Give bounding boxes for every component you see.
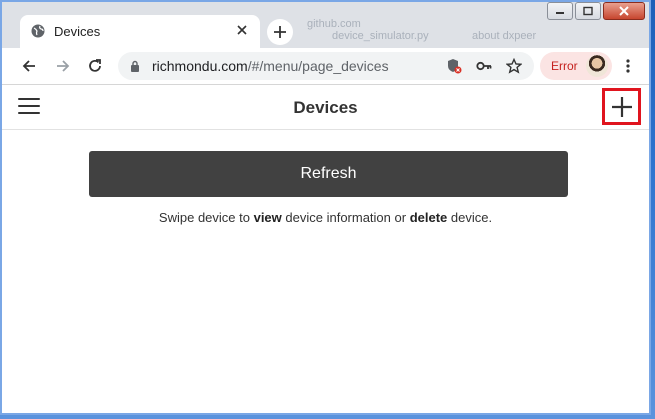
swipe-hint: Swipe device to view device information …: [2, 210, 649, 225]
forward-icon[interactable]: [54, 57, 72, 75]
app-header: Devices: [2, 85, 649, 130]
new-tab-button[interactable]: [267, 19, 293, 45]
url-host: richmondu.com: [152, 58, 248, 74]
window-controls: [547, 2, 645, 24]
browser-window: Devices github.com device_simulator.py a…: [0, 0, 651, 415]
back-icon[interactable]: [20, 57, 38, 75]
browser-toolbar: richmondu.com/#/menu/page_devices Error: [2, 48, 649, 85]
background-tab[interactable]: about dxpeer: [472, 30, 536, 42]
star-icon[interactable]: [506, 58, 522, 74]
url-text: richmondu.com/#/menu/page_devices: [152, 58, 389, 74]
hint-delete: delete: [409, 210, 448, 225]
add-device-button[interactable]: [602, 88, 641, 125]
page-title: Devices: [293, 98, 358, 117]
hint-text: device information or: [281, 210, 410, 225]
background-tab[interactable]: github.com: [307, 18, 361, 30]
profile-status: Error: [551, 59, 578, 73]
hint-text: Swipe device to: [158, 210, 254, 225]
hint-text: device.: [447, 210, 493, 225]
globe-icon: [31, 24, 45, 38]
tab-title: Devices: [54, 24, 101, 39]
lock-icon[interactable]: [130, 60, 140, 72]
close-icon[interactable]: [234, 22, 250, 38]
key-icon[interactable]: [476, 58, 492, 74]
window-close-button[interactable]: [603, 2, 645, 20]
hint-view: view: [253, 210, 282, 225]
background-tab[interactable]: device_simulator.py: [332, 30, 429, 42]
url-path: /#/menu/page_devices: [247, 58, 389, 74]
tab-strip: Devices github.com device_simulator.py a…: [2, 2, 649, 48]
maximize-button[interactable]: [575, 2, 601, 20]
minimize-button[interactable]: [547, 2, 573, 20]
address-bar[interactable]: richmondu.com/#/menu/page_devices: [118, 52, 534, 80]
avatar: [586, 55, 608, 77]
add-icon: [612, 97, 632, 117]
shield-blocked-icon[interactable]: [446, 58, 462, 74]
more-vert-icon[interactable]: [620, 58, 636, 74]
reload-icon[interactable]: [86, 57, 104, 75]
profile-error-button[interactable]: Error: [540, 52, 612, 80]
refresh-button[interactable]: Refresh: [89, 151, 568, 197]
tab-devices[interactable]: Devices: [20, 15, 260, 48]
plus-icon: [274, 26, 286, 38]
